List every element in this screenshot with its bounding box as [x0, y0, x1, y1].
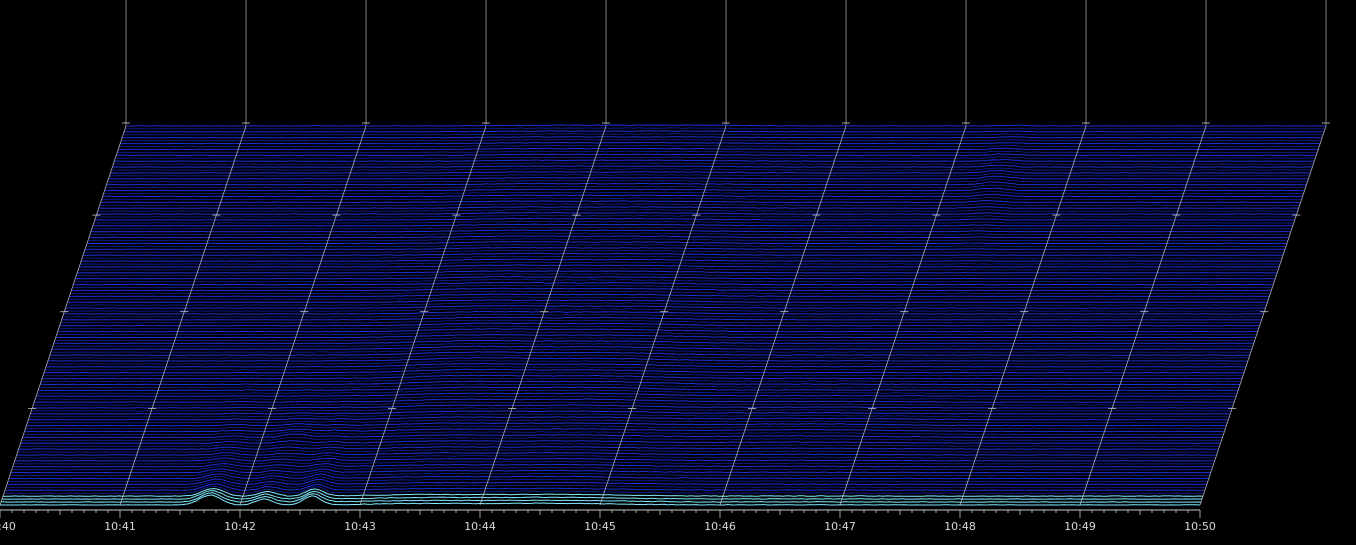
- x-tick-label: 10:45: [584, 520, 616, 533]
- x-tick-label: 10:43: [344, 520, 376, 533]
- x-tick-label: 10:40: [0, 520, 16, 533]
- x-tick-label: 10:46: [704, 520, 736, 533]
- x-tick-label: 10:48: [944, 520, 976, 533]
- waterfall-plot: 10:40 10:41 10:42 10:43 10:44 10:45 10:46 10:47…: [0, 0, 1356, 545]
- x-tick-label: 10:49: [1064, 520, 1096, 533]
- x-tick-label: 10:47: [824, 520, 856, 533]
- x-tick-label: 10:41: [104, 520, 136, 533]
- x-tick-label: 10:42: [224, 520, 256, 533]
- x-tick-label: 10:50: [1184, 520, 1216, 533]
- x-tick-label: 10:44: [464, 520, 496, 533]
